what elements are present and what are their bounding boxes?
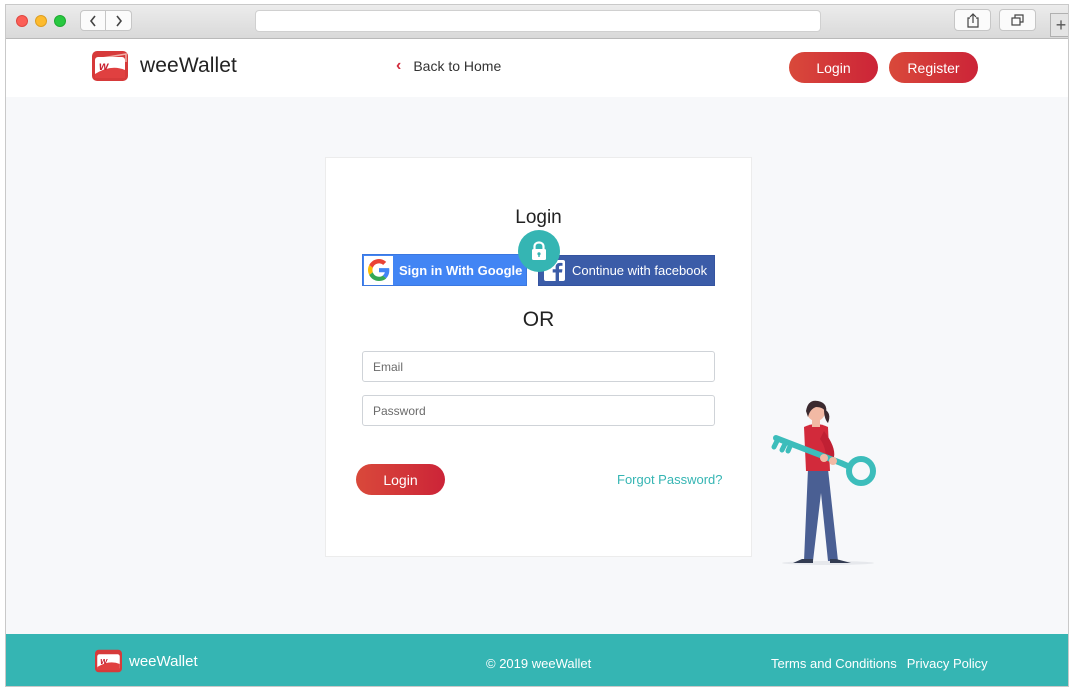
privacy-link[interactable]: Privacy Policy <box>907 656 988 671</box>
site-footer: w weeWallet © 2019 weeWallet Terms and C… <box>6 634 1068 686</box>
browser-back-button[interactable] <box>80 10 106 31</box>
svg-text:w: w <box>99 59 109 73</box>
login-submit-button[interactable]: Login <box>356 464 445 495</box>
email-field[interactable] <box>362 351 715 382</box>
maximize-window-button[interactable] <box>54 15 66 27</box>
new-tab-button[interactable]: + <box>1050 13 1068 37</box>
browser-toolbar <box>6 5 1068 39</box>
forgot-password-link[interactable]: Forgot Password? <box>617 472 723 487</box>
google-icon <box>364 255 393 285</box>
tabs-icon <box>1011 14 1024 26</box>
facebook-sign-in-button[interactable]: Continue with facebook <box>538 255 715 286</box>
wallet-logo-icon: w <box>95 649 122 673</box>
footer-links: Terms and Conditions Privacy Policy <box>771 656 988 671</box>
copyright-text: © 2019 weeWallet <box>486 656 592 671</box>
browser-forward-button[interactable] <box>106 10 132 31</box>
wallet-logo-icon: w <box>91 50 129 82</box>
google-sign-in-label: Sign in With Google <box>399 262 523 278</box>
password-field[interactable] <box>362 395 715 426</box>
login-title: Login <box>515 207 562 228</box>
site-header: w weeWallet ‹ Back to Home Login Registe… <box>6 40 1068 97</box>
back-to-home-link[interactable]: ‹ Back to Home <box>396 57 501 75</box>
chevron-right-icon <box>115 15 122 26</box>
address-bar[interactable] <box>255 10 821 32</box>
share-button[interactable] <box>954 9 991 31</box>
login-card: Login Sign in With Google Continue with <box>325 157 752 557</box>
back-to-home-label: Back to Home <box>413 58 502 74</box>
facebook-sign-in-label: Continue with facebook <box>572 263 708 278</box>
person-with-key-illustration <box>766 397 896 572</box>
browser-window: + w weeWallet ‹ Back to Home Login Regis… <box>5 4 1069 687</box>
header-login-button[interactable]: Login <box>789 52 878 83</box>
svg-text:w: w <box>100 656 108 666</box>
header-register-button[interactable]: Register <box>889 52 978 83</box>
chevron-left-icon: ‹ <box>396 57 402 74</box>
google-sign-in-button[interactable]: Sign in With Google <box>362 254 527 286</box>
share-icon <box>966 12 979 28</box>
close-window-button[interactable] <box>16 15 28 27</box>
footer-brand-name: weeWallet <box>129 652 198 670</box>
minimize-window-button[interactable] <box>35 15 47 27</box>
lock-icon <box>518 230 560 272</box>
plus-icon: + <box>1055 14 1067 35</box>
footer-logo[interactable]: w weeWallet <box>94 649 198 673</box>
chevron-left-icon <box>89 15 96 26</box>
header-logo[interactable]: w weeWallet <box>91 50 237 82</box>
show-tabs-button[interactable] <box>999 9 1036 31</box>
or-divider: OR <box>522 308 555 331</box>
terms-link[interactable]: Terms and Conditions <box>771 656 897 671</box>
main-content: Login Sign in With Google Continue with <box>6 97 1068 635</box>
brand-name: weeWallet <box>140 54 237 77</box>
